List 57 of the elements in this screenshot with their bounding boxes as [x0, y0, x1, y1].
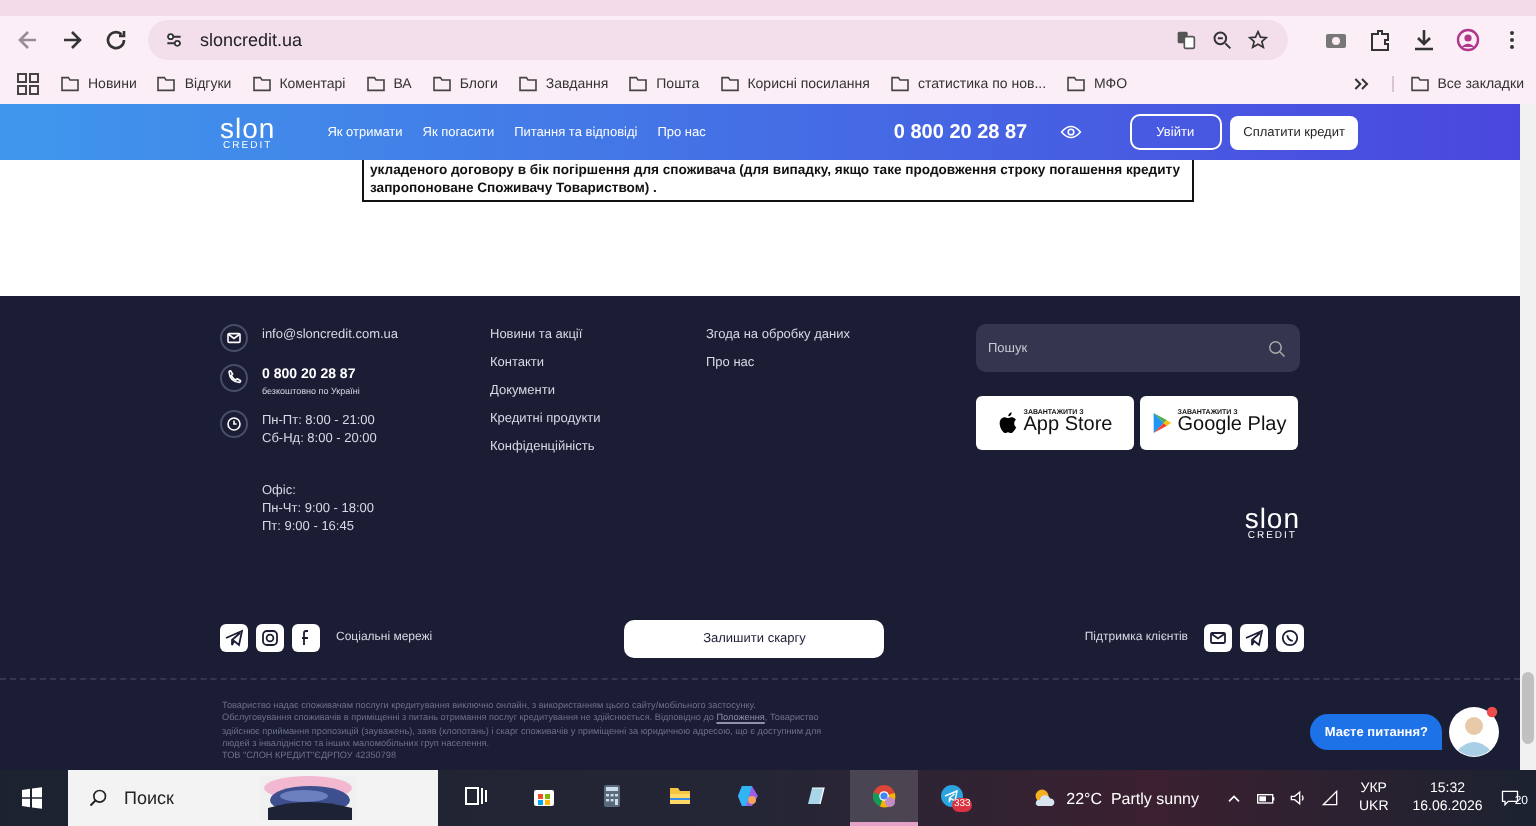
back-icon[interactable]	[16, 28, 40, 52]
folder-icon	[628, 76, 649, 92]
notes-icon	[804, 784, 828, 808]
wifi-icon[interactable]	[1320, 788, 1341, 808]
folder-icon	[889, 76, 910, 92]
facebook-icon[interactable]	[292, 624, 320, 652]
zoom-icon[interactable]	[1212, 30, 1232, 50]
folder-icon	[156, 76, 177, 92]
camera-icon[interactable]	[1324, 28, 1348, 52]
apple-icon	[997, 410, 1018, 436]
instagram-icon[interactable]	[256, 624, 284, 652]
battery-icon[interactable]	[1256, 788, 1277, 808]
chrome-icon	[872, 784, 896, 808]
folder-icon	[1066, 76, 1087, 92]
site-settings-icon[interactable]	[164, 30, 184, 50]
viber-icon[interactable]	[1276, 624, 1304, 652]
folder-icon	[60, 76, 80, 92]
folder-icon	[431, 76, 452, 92]
eye-icon[interactable]	[1059, 124, 1082, 140]
play-store-icon	[1151, 410, 1172, 436]
weather-widget[interactable]: 22°C Partly sunny	[1032, 786, 1199, 810]
avatar-icon[interactable]	[1448, 706, 1500, 758]
folder-icon	[365, 76, 386, 92]
extensions-icon[interactable]	[1368, 28, 1392, 52]
star-icon[interactable]	[1248, 30, 1268, 50]
volume-icon[interactable]	[1288, 788, 1309, 808]
telegram-icon[interactable]	[1240, 624, 1268, 652]
start-icon[interactable]	[20, 786, 44, 810]
phone-number: 0 800 20 28 87	[893, 121, 1028, 143]
url-text: sloncredit.ua	[200, 30, 303, 50]
folder-icon	[1409, 76, 1430, 92]
translate-icon[interactable]	[1176, 30, 1196, 50]
more-bookmarks-icon[interactable]	[1351, 74, 1372, 94]
reload-icon[interactable]	[104, 28, 128, 52]
forward-icon[interactable]	[60, 28, 84, 52]
folder-icon	[719, 76, 740, 92]
scrollbar[interactable]	[1520, 104, 1536, 770]
mail-icon[interactable]	[1204, 624, 1232, 652]
address-bar[interactable]: sloncredit.ua	[148, 20, 1288, 60]
mail-icon	[220, 324, 248, 352]
search-icon[interactable]	[1268, 339, 1286, 357]
folder-icon	[517, 76, 538, 92]
store-icon	[532, 784, 556, 808]
phone-icon	[220, 364, 248, 392]
copilot-icon	[736, 784, 760, 808]
calculator-icon	[600, 784, 624, 808]
task-view-icon	[464, 784, 488, 808]
search-icon	[88, 788, 108, 808]
folder-icon	[251, 76, 272, 92]
profile-icon[interactable]	[1456, 28, 1480, 52]
download-icon[interactable]	[1412, 28, 1436, 52]
sun-cloud-icon	[1032, 786, 1057, 810]
apps-grid-icon[interactable]	[16, 72, 40, 96]
telegram-icon[interactable]	[220, 624, 248, 652]
clock-icon	[220, 410, 248, 438]
taskbar-search-field[interactable]: Поиск	[68, 770, 438, 826]
folder-icon	[668, 784, 692, 808]
